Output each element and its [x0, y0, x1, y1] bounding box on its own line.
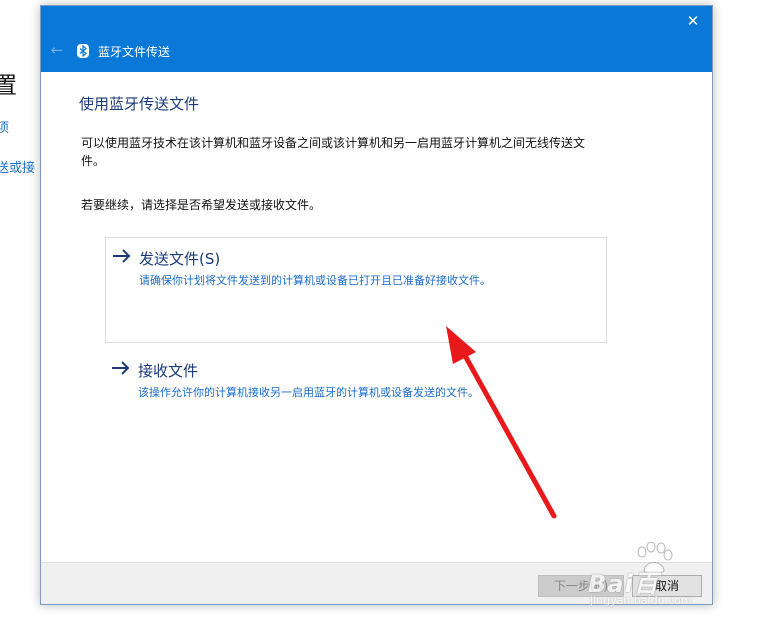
right-arrow-icon — [113, 249, 131, 263]
dialog-window-title: 蓝牙文件传送 — [98, 45, 171, 59]
receive-files-description: 该操作允许你的计算机接收另一启用蓝牙的计算机或设备发送的文件。 — [138, 386, 479, 399]
baidu-watermark: Bai百 jingyan.baidu.com — [586, 540, 726, 610]
receive-files-title: 接收文件 — [138, 362, 199, 380]
baidu-watermark-url: jingyan.baidu.com — [590, 594, 692, 607]
background-settings-title: 置 — [0, 73, 17, 99]
send-files-description: 请确保你计划将文件发送到的计算机或设备已打开且已准备好接收文件。 — [139, 274, 491, 287]
dialog-heading: 使用蓝牙传送文件 — [79, 95, 200, 113]
background-settings-link[interactable]: 项 — [0, 117, 9, 136]
dialog-description: 可以使用蓝牙技术在该计算机和蓝牙设备之间或该计算机和另一启用蓝牙计算机之间无线传… — [81, 136, 586, 168]
dialog-titlebar: ✕ ← 蓝牙文件传送 — [41, 6, 712, 72]
bluetooth-file-transfer-dialog: ✕ ← 蓝牙文件传送 使用蓝牙传送文件 可以使用蓝牙技术在该计算机和蓝牙设备之间… — [40, 5, 713, 605]
bluetooth-icon — [77, 44, 89, 58]
back-arrow-icon[interactable]: ← — [47, 40, 67, 60]
send-files-title: 发送文件(S) — [139, 250, 221, 268]
dialog-prompt: 若要继续，请选择是否希望发送或接收文件。 — [81, 198, 322, 212]
send-files-option[interactable]: 发送文件(S) 请确保你计划将文件发送到的计算机或设备已打开且已准备好接收文件。 — [105, 237, 607, 343]
screenshot-stage: 置 项 送或接 ✕ ← 蓝牙文件传送 使用蓝牙传送文件 可以使用蓝牙技术在该计算… — [0, 0, 763, 627]
receive-files-option[interactable]: 接收文件 该操作允许你的计算机接收另一启用蓝牙的计算机或设备发送的文件。 — [105, 350, 605, 400]
close-icon[interactable]: ✕ — [682, 10, 704, 32]
background-settings-link-send-receive[interactable]: 送或接 — [0, 157, 35, 176]
right-arrow-icon — [112, 361, 130, 375]
